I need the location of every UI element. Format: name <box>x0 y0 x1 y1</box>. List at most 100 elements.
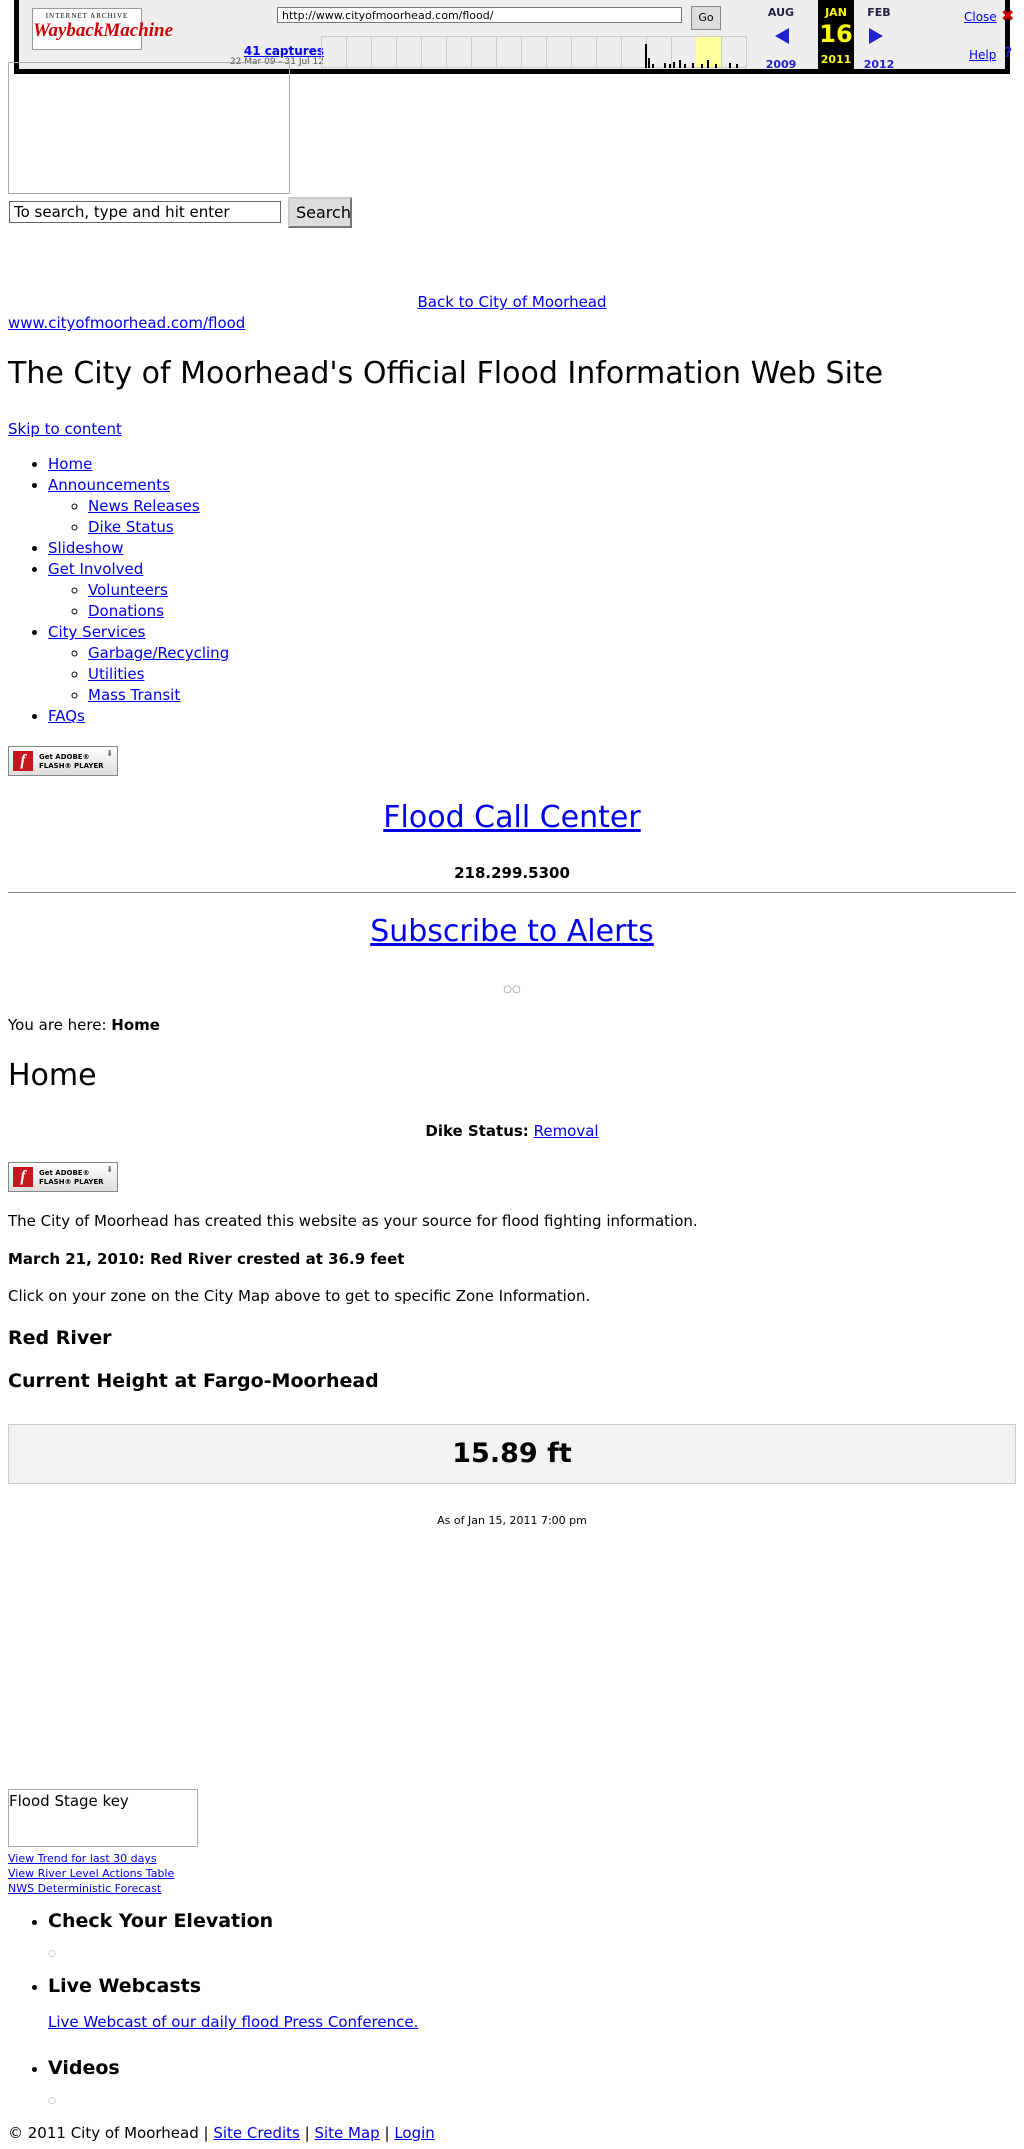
nav-dike-status[interactable]: Dike Status <box>88 518 174 536</box>
flash-badge-line1: Get ADOBE® <box>39 1169 90 1177</box>
nav-item: Announcements News Releases Dike Status <box>48 475 229 538</box>
nav-submenu: News Releases Dike Status <box>48 496 229 538</box>
river-height-value: 15.89 ft <box>8 1424 1016 1484</box>
nav-subitem: Garbage/Recycling <box>88 643 229 664</box>
nav-subitem: Utilities <box>88 664 229 685</box>
river-heading: Red River <box>8 1327 112 1349</box>
nws-forecast-link[interactable]: NWS Deterministic Forecast <box>8 1882 161 1895</box>
prev-year-link[interactable]: 2009 <box>761 58 801 71</box>
captures-link[interactable]: 41 captures <box>244 44 324 58</box>
site-url-link[interactable]: www.cityofmoorhead.com/flood <box>8 314 245 332</box>
sidebar-widgets: Check Your Elevation ○ Live Webcasts Liv… <box>8 1910 1008 2107</box>
nav-item: Slideshow <box>48 538 229 559</box>
wayback-logo[interactable]: INTERNET ARCHIVE WaybackMachine <box>32 8 174 50</box>
search-input[interactable] <box>9 201 281 223</box>
next-arrow-icon[interactable] <box>869 28 883 44</box>
nav-faqs[interactable]: FAQs <box>48 707 85 725</box>
trend-30-days-link[interactable]: View Trend for last 30 days <box>8 1852 157 1865</box>
prev-month-link[interactable]: AUG <box>761 6 801 19</box>
intro-text: The City of Moorhead has created this we… <box>8 1212 698 1230</box>
wayback-go-button[interactable]: Go <box>691 6 721 30</box>
breadcrumb-prefix: You are here: <box>8 1016 107 1034</box>
get-flash-badge[interactable]: f Get ADOBE® FLASH® PLAYER ⬇ <box>8 746 118 776</box>
wayback-help-link[interactable]: Help <box>969 48 996 62</box>
flood-call-center-link[interactable]: Flood Call Center <box>383 800 640 835</box>
nav-item: Home <box>48 454 229 475</box>
wayback-close-link[interactable]: Close <box>964 10 997 24</box>
flash-logo-icon: f <box>13 1167 33 1187</box>
nav-subitem: Mass Transit <box>88 685 229 706</box>
river-actions-table-link[interactable]: View River Level Actions Table <box>8 1867 174 1880</box>
next-month-link[interactable]: FEB <box>859 6 899 19</box>
nav-get-involved[interactable]: Get Involved <box>48 560 143 578</box>
flash-badge-line2: FLASH® PLAYER <box>39 1178 104 1186</box>
wayback-logo-main: WaybackMachine <box>33 20 174 41</box>
nav-announcements[interactable]: Announcements <box>48 476 170 494</box>
footer: © 2011 City of Moorhead | Site Credits |… <box>8 2124 435 2142</box>
current-capture-date: JAN 16 2011 <box>818 0 854 74</box>
wayback-url-input[interactable] <box>277 7 682 23</box>
subscribe-wrap: Subscribe to Alerts <box>0 914 1024 949</box>
copyright: © 2011 City of Moorhead | <box>8 2124 209 2142</box>
nav-item: FAQs <box>48 706 229 727</box>
site-credits-link[interactable]: Site Credits <box>213 2124 300 2142</box>
prev-arrow-icon[interactable] <box>775 28 789 44</box>
wayback-logo-top: INTERNET ARCHIVE <box>45 12 129 20</box>
nav-item: City Services Garbage/Recycling Utilitie… <box>48 622 229 706</box>
close-icon[interactable]: ✖ <box>1001 6 1014 25</box>
next-year-link[interactable]: 2012 <box>859 58 899 71</box>
nav-city-services[interactable]: City Services <box>48 623 145 641</box>
nav-donations[interactable]: Donations <box>88 602 164 620</box>
current-height-heading: Current Height at Fargo-Moorhead <box>8 1370 379 1392</box>
login-link[interactable]: Login <box>394 2124 434 2142</box>
nav-item: Get Involved Volunteers Donations <box>48 559 229 622</box>
nav-utilities[interactable]: Utilities <box>88 665 144 683</box>
elevation-heading: Check Your Elevation <box>48 1910 274 1932</box>
page-title: Home <box>8 1058 97 1093</box>
nav-subitem: News Releases <box>88 496 229 517</box>
divider <box>8 892 1016 893</box>
main-nav: Home Announcements News Releases Dike St… <box>8 454 229 727</box>
nav-slideshow[interactable]: Slideshow <box>48 539 123 557</box>
webcasts-heading: Live Webcasts <box>48 1975 202 1997</box>
nav-garbage-recycling[interactable]: Garbage/Recycling <box>88 644 229 662</box>
nav-home[interactable]: Home <box>48 455 92 473</box>
flash-logo-icon: f <box>13 751 33 771</box>
flash-badge-line1: Get ADOBE® <box>39 753 90 761</box>
nav-news-releases[interactable]: News Releases <box>88 497 200 515</box>
nav-submenu: Garbage/Recycling Utilities Mass Transit <box>48 643 229 706</box>
nav-subitem: Donations <box>88 601 229 622</box>
header-image-placeholder <box>8 62 290 194</box>
crest-notice: March 21, 2010: Red River crested at 36.… <box>8 1250 405 1268</box>
nav-subitem: Dike Status <box>88 517 229 538</box>
zone-instructions: Click on your zone on the City Map above… <box>8 1287 591 1305</box>
call-center-wrap: Flood Call Center <box>0 800 1024 835</box>
back-to-city-link[interactable]: Back to City of Moorhead <box>417 293 606 311</box>
footer-separator: | <box>304 2124 310 2142</box>
webcast-link[interactable]: Live Webcast of our daily flood Press Co… <box>48 2013 418 2031</box>
widget-webcasts: Live Webcasts Live Webcast of our daily … <box>48 1975 1008 2057</box>
height-timestamp: As of Jan 15, 2011 7:00 pm <box>437 1514 587 1527</box>
search-button[interactable]: Search <box>288 197 352 228</box>
bullet-icon: ○ <box>48 1949 56 1959</box>
videos-heading: Videos <box>48 2057 120 2079</box>
skip-to-content-link[interactable]: Skip to content <box>8 420 122 438</box>
nav-subitem: Volunteers <box>88 580 229 601</box>
current-month: JAN <box>825 6 847 19</box>
site-map-link[interactable]: Site Map <box>314 2124 379 2142</box>
nav-mass-transit[interactable]: Mass Transit <box>88 686 180 704</box>
download-arrow-icon: ⬇ <box>106 749 113 758</box>
capture-sparkline[interactable] <box>321 36 761 68</box>
help-icon[interactable]: ? <box>1004 45 1012 61</box>
subscribe-alerts-link[interactable]: Subscribe to Alerts <box>370 914 654 949</box>
footer-separator: | <box>384 2124 390 2142</box>
dike-status-link[interactable]: Removal <box>534 1122 599 1140</box>
widget-elevation: Check Your Elevation ○ <box>48 1910 1008 1975</box>
call-center-phone: 218.299.5300 <box>454 864 570 882</box>
nav-volunteers[interactable]: Volunteers <box>88 581 168 599</box>
get-flash-badge[interactable]: f Get ADOBE® FLASH® PLAYER ⬇ <box>8 1162 118 1192</box>
wayback-calendar: AUG 2009 JAN 16 2011 FEB 2012 <box>761 0 971 74</box>
bullet-icon: ○ <box>48 2096 56 2106</box>
slideshow-dots[interactable]: ○○ <box>0 984 1024 995</box>
flood-stage-key: Flood Stage key <box>8 1789 198 1847</box>
